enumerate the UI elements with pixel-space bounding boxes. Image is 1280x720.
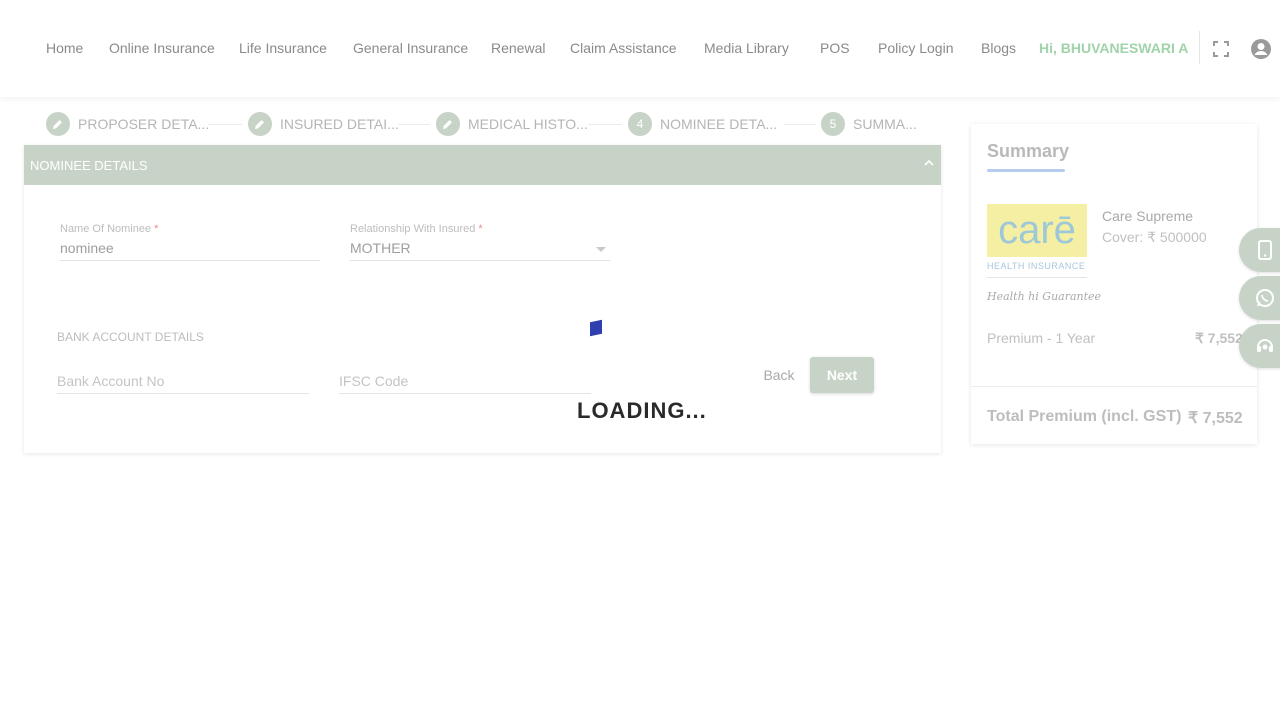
chevron-up-icon[interactable]: [923, 157, 935, 169]
user-greeting[interactable]: Hi, BHUVANESWARI A: [1039, 40, 1188, 56]
relationship-select[interactable]: Relationship With Insured * MOTHER: [350, 223, 610, 261]
nav-life-insurance[interactable]: Life Insurance: [239, 40, 327, 56]
total-premium-value: ₹ 7,552: [1188, 410, 1243, 427]
field-underline: [350, 260, 610, 261]
nominee-name-field[interactable]: Name Of Nominee * nominee: [60, 223, 320, 261]
step-summary[interactable]: 5 SUMMA...: [821, 112, 917, 136]
step-number: 5: [821, 112, 845, 136]
step-connector: [208, 124, 242, 125]
step-connector: [588, 124, 622, 125]
logo-word: carē: [998, 208, 1076, 252]
nominee-details-card: NOMINEE DETAILS Name Of Nominee * nomine…: [24, 145, 941, 453]
step-label: SUMMA...: [853, 116, 917, 132]
nav-general-insurance[interactable]: General Insurance: [353, 40, 468, 56]
support-agent-icon: [1257, 339, 1273, 352]
field-underline: [60, 260, 320, 261]
premium-label: Premium - 1 Year: [987, 330, 1096, 346]
ifsc-field[interactable]: IFSC Code: [339, 373, 591, 394]
step-label: MEDICAL HISTO...: [468, 116, 588, 132]
loading-spinner-icon: [590, 319, 602, 337]
relationship-value[interactable]: MOTHER: [350, 240, 610, 260]
summary-underline: [987, 169, 1065, 172]
nav-policy-login[interactable]: Policy Login: [878, 40, 954, 56]
section-title: NOMINEE DETAILS: [30, 158, 148, 173]
fullscreen-icon[interactable]: [1213, 41, 1229, 57]
logo-divider: [987, 277, 1087, 278]
dropdown-arrow-icon[interactable]: [596, 247, 606, 252]
bank-account-field[interactable]: Bank Account No: [57, 373, 309, 394]
nav-claim-assistance[interactable]: Claim Assistance: [570, 40, 677, 56]
plan-name: Care Supreme: [1102, 208, 1194, 224]
summary-card: Summary carē HEALTH INSURANCE Health hi …: [971, 124, 1257, 444]
logo-tagline: Health hi Guarantee: [987, 290, 1102, 303]
whatsapp-icon: [1256, 289, 1274, 307]
back-button[interactable]: Back: [754, 357, 804, 393]
account-circle-icon[interactable]: [1250, 38, 1272, 60]
next-button[interactable]: Next: [810, 357, 874, 393]
care-health-logo: carē HEALTH INSURANCE Health hi Guarante…: [987, 204, 1101, 309]
field-underline: [57, 393, 309, 394]
field-underline: [339, 393, 591, 394]
page: Home Online Insurance Life Insurance Gen…: [0, 0, 1280, 720]
nav-media-library[interactable]: Media Library: [704, 40, 789, 56]
loading-text: LOADING...: [577, 398, 707, 423]
bank-account-input[interactable]: Bank Account No: [57, 373, 309, 393]
nominee-details-header[interactable]: NOMINEE DETAILS: [24, 145, 941, 185]
whatsapp-button[interactable]: [1239, 276, 1280, 320]
edit-icon: [46, 112, 70, 136]
step-connector: [784, 124, 816, 125]
mobile-phone-icon: [1258, 240, 1272, 260]
nav-divider: [1199, 31, 1200, 64]
total-premium-label: Total Premium (incl. GST): [987, 408, 1182, 425]
nav-blogs[interactable]: Blogs: [981, 40, 1016, 56]
summary-title: Summary: [987, 141, 1070, 161]
ifsc-input[interactable]: IFSC Code: [339, 373, 591, 393]
premium-value: ₹ 7,552: [1195, 330, 1243, 346]
nominee-name-input[interactable]: nominee: [60, 240, 320, 260]
step-proposer-details[interactable]: PROPOSER DETA...: [46, 112, 209, 136]
bank-section-title: BANK ACCOUNT DETAILS: [57, 330, 204, 344]
step-label: PROPOSER DETA...: [78, 116, 210, 132]
nav-online-insurance[interactable]: Online Insurance: [109, 40, 215, 56]
field-label: Name Of Nominee *: [60, 223, 159, 235]
nav-home[interactable]: Home: [46, 40, 83, 56]
step-number: 4: [628, 112, 652, 136]
step-nominee-details[interactable]: 4 NOMINEE DETA...: [628, 112, 777, 136]
field-label: Relationship With Insured *: [350, 223, 483, 235]
step-label: NOMINEE DETA...: [660, 116, 778, 132]
plan-cover: Cover: ₹ 500000: [1102, 229, 1207, 245]
step-medical-history[interactable]: MEDICAL HISTO...: [436, 112, 588, 136]
checkout-stepper: PROPOSER DETA... INSURED DETAI... MEDICA…: [24, 107, 941, 141]
top-navigation: Home Online Insurance Life Insurance Gen…: [0, 0, 1280, 97]
step-insured-details[interactable]: INSURED DETAI...: [248, 112, 399, 136]
summary-divider: [971, 386, 1257, 387]
step-connector: [398, 124, 430, 125]
edit-icon: [248, 112, 272, 136]
nav-renewal[interactable]: Renewal: [491, 40, 545, 56]
logo-subtitle: HEALTH INSURANCE: [987, 261, 1086, 271]
nav-pos[interactable]: POS: [820, 40, 850, 56]
support-button[interactable]: [1239, 324, 1280, 368]
edit-icon: [436, 112, 460, 136]
call-button[interactable]: [1239, 228, 1280, 272]
step-label: INSURED DETAI...: [280, 116, 399, 132]
